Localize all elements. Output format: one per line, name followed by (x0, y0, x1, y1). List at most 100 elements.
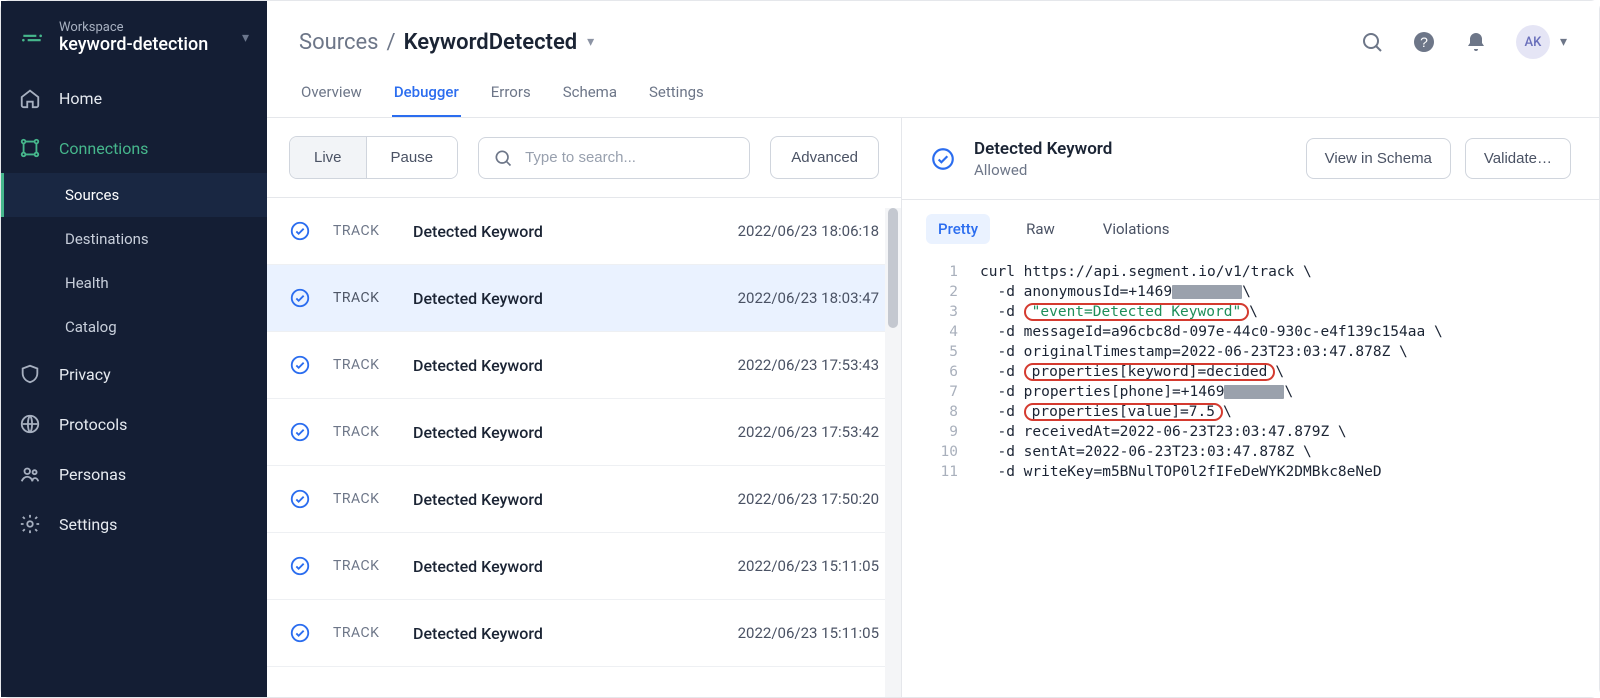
home-icon (19, 87, 41, 109)
live-pause-toggle: Live Pause (289, 136, 458, 179)
nav-home-label: Home (59, 89, 102, 108)
nav-connections-label: Connections (59, 139, 148, 158)
subnav-destinations[interactable]: Destinations (1, 217, 267, 261)
event-row[interactable]: TRACK Detected Keyword 2022/06/23 18:06:… (267, 198, 901, 265)
breadcrumb-current: KeywordDetected (404, 30, 578, 55)
validate-button[interactable]: Validate… (1465, 138, 1571, 179)
dtab-raw[interactable]: Raw (1014, 214, 1067, 244)
event-type: TRACK (333, 290, 413, 306)
nav-home[interactable]: Home (1, 73, 267, 123)
personas-icon (19, 463, 41, 485)
code-line: \ (1284, 382, 1293, 402)
highlight-value: properties[value]=7.5 (1024, 403, 1223, 421)
event-name: Detected Keyword (413, 222, 738, 241)
event-row[interactable]: TRACK Detected Keyword 2022/06/23 17:50:… (267, 466, 901, 533)
help-icon[interactable]: ? (1412, 30, 1436, 54)
debugger-toolbar: Live Pause Advanced (267, 118, 901, 198)
scrollbar[interactable] (885, 208, 901, 697)
redacted-text (1172, 285, 1242, 299)
code-line: -d sentAt=2022-06-23T23:03:47.878Z \ (980, 442, 1312, 462)
workspace-label: Workspace (59, 21, 242, 35)
highlight-event: "event=Detected Keyword" (1024, 303, 1250, 321)
detail-title: Detected Keyword (974, 139, 1292, 159)
code-line: \ (1242, 282, 1251, 302)
check-circle-icon (289, 354, 311, 376)
event-row[interactable]: TRACK Detected Keyword 2022/06/23 18:03:… (267, 265, 901, 332)
event-name: Detected Keyword (413, 423, 738, 442)
code-line: -d anonymousId=+1469 (980, 282, 1172, 302)
search-icon[interactable] (1360, 30, 1384, 54)
event-row[interactable]: TRACK Detected Keyword 2022/06/23 15:11:… (267, 600, 901, 667)
breadcrumb-parent[interactable]: Sources (299, 30, 379, 55)
nav-privacy[interactable]: Privacy (1, 349, 267, 399)
code-line: \ (1223, 402, 1232, 422)
search-field[interactable] (478, 137, 750, 179)
subnav-catalog[interactable]: Catalog (1, 305, 267, 349)
workspace-switcher[interactable]: Workspace keyword-detection ▾ (1, 13, 267, 73)
tab-schema[interactable]: Schema (561, 69, 619, 117)
check-circle-icon (289, 488, 311, 510)
event-type: TRACK (333, 491, 413, 507)
tab-settings[interactable]: Settings (647, 69, 706, 117)
user-menu[interactable]: AK ▾ (1488, 25, 1567, 59)
header: Sources / KeywordDetected ▾ ? AK ▾ (267, 1, 1599, 69)
chevron-down-icon[interactable]: ▾ (587, 34, 594, 50)
code-line: -d messageId=a96cbc8d-097e-44c0-930c-e4f… (980, 322, 1443, 342)
nav-settings[interactable]: Settings (1, 499, 267, 549)
sidebar: Workspace keyword-detection ▾ Home Conne… (1, 1, 267, 697)
event-ts: 2022/06/23 17:50:20 (738, 490, 879, 508)
event-row[interactable]: TRACK Detected Keyword 2022/06/23 15:11:… (267, 533, 901, 600)
check-circle-icon (289, 220, 311, 242)
nav-protocols[interactable]: Protocols (1, 399, 267, 449)
segment-logo-icon (19, 25, 45, 51)
nav-personas[interactable]: Personas (1, 449, 267, 499)
advanced-button[interactable]: Advanced (770, 136, 879, 179)
subnav-sources[interactable]: Sources (1, 173, 267, 217)
event-type: TRACK (333, 625, 413, 641)
tab-debugger[interactable]: Debugger (392, 69, 461, 117)
check-circle-icon (930, 146, 956, 172)
redacted-text (1224, 385, 1284, 399)
connections-icon (19, 137, 41, 159)
code-line: -d (980, 362, 1024, 382)
code-line: -d (980, 402, 1024, 422)
pause-button[interactable]: Pause (366, 137, 458, 178)
subnav-health[interactable]: Health (1, 261, 267, 305)
event-ts: 2022/06/23 17:53:42 (738, 423, 879, 441)
event-row[interactable]: TRACK Detected Keyword 2022/06/23 17:53:… (267, 399, 901, 466)
view-in-schema-button[interactable]: View in Schema (1306, 138, 1451, 179)
event-ts: 2022/06/23 15:11:05 (738, 557, 879, 575)
dtab-pretty[interactable]: Pretty (926, 214, 990, 244)
search-input[interactable] (525, 149, 735, 166)
avatar: AK (1516, 25, 1550, 59)
event-panel: Live Pause Advanced TRACK (267, 118, 902, 697)
main: Sources / KeywordDetected ▾ ? AK ▾ Overv… (267, 1, 1599, 697)
event-list[interactable]: TRACK Detected Keyword 2022/06/23 18:06:… (267, 198, 901, 697)
check-circle-icon (289, 287, 311, 309)
live-button[interactable]: Live (290, 137, 366, 178)
code-line: -d properties[phone]=+1469 (980, 382, 1224, 402)
scrollbar-thumb[interactable] (888, 208, 898, 328)
event-row[interactable]: TRACK Detected Keyword 2022/06/23 17:53:… (267, 332, 901, 399)
nav-connections[interactable]: Connections (1, 123, 267, 173)
code-line: \ (1249, 302, 1258, 322)
event-type: TRACK (333, 424, 413, 440)
tab-overview[interactable]: Overview (299, 69, 364, 117)
code-line: \ (1275, 362, 1284, 382)
event-type: TRACK (333, 558, 413, 574)
tab-errors[interactable]: Errors (489, 69, 533, 117)
detail-header: Detected Keyword Allowed View in Schema … (902, 118, 1599, 200)
dtab-violations[interactable]: Violations (1091, 214, 1182, 244)
nav-personas-label: Personas (59, 465, 126, 484)
event-ts: 2022/06/23 18:03:47 (738, 289, 879, 307)
payload-code: 1curl https://api.segment.io/v1/track \ … (902, 254, 1599, 506)
event-name: Detected Keyword (413, 490, 738, 509)
event-ts: 2022/06/23 15:11:05 (738, 624, 879, 642)
code-line: -d writeKey=m5BNulTOP0l2fIFeDeWYK2DMBkc8… (980, 462, 1382, 482)
event-type: TRACK (333, 223, 413, 239)
caret-down-icon: ▾ (242, 30, 249, 46)
event-name: Detected Keyword (413, 624, 738, 643)
source-tabs: Overview Debugger Errors Schema Settings (267, 69, 1599, 118)
highlight-keyword: properties[keyword]=decided (1024, 363, 1276, 381)
bell-icon[interactable] (1464, 30, 1488, 54)
